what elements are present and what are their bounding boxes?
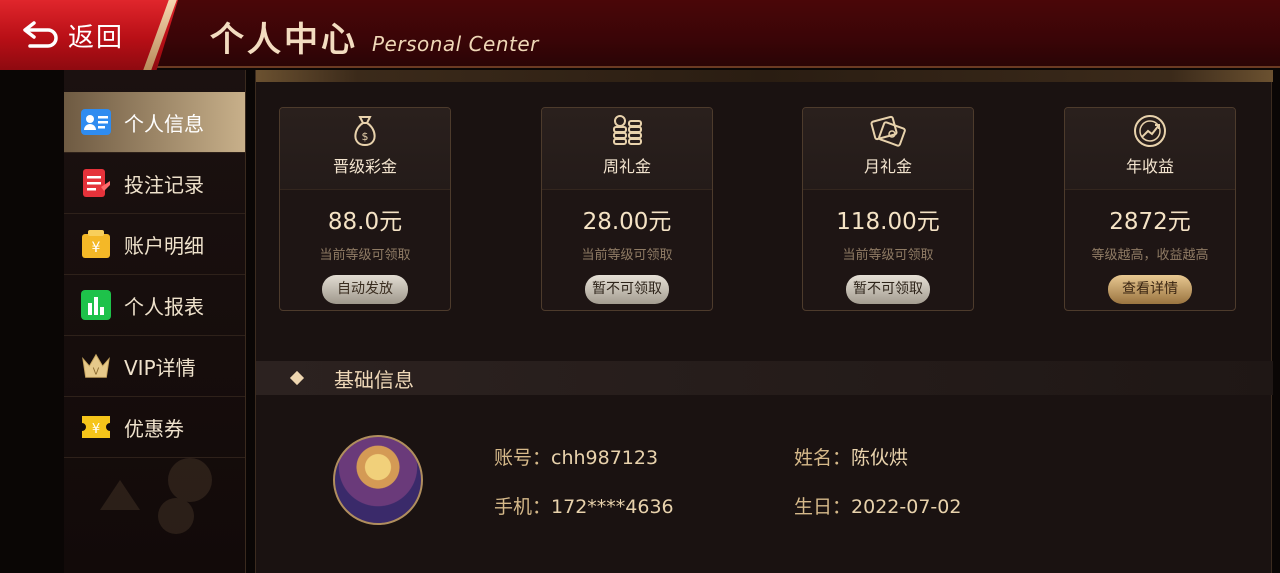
phone-value: 172****4636: [551, 496, 674, 518]
svg-text:¥: ¥: [92, 422, 100, 437]
cash-notes-icon: [870, 115, 906, 147]
card-title: 月礼金: [863, 157, 912, 176]
page-title-cn: 个人中心: [210, 20, 358, 60]
page-title: 个人中心 Personal Center: [210, 12, 539, 61]
diamond-bullet-icon: [289, 370, 305, 386]
birthday-field: 生日：2022-07-02: [794, 492, 961, 519]
avatar: [333, 435, 423, 525]
name-value: 陈伙烘: [851, 447, 909, 469]
sidebar-item-label: 个人信息: [124, 111, 204, 136]
report-chart-icon: [80, 289, 112, 321]
basic-info-header: 基础信息: [256, 361, 1273, 395]
reward-card-promotion: $ 晋级彩金 88.0元 当前等级可领取 自动发放: [279, 107, 451, 311]
account-label: 账号：: [494, 447, 552, 469]
wallet-icon: ¥: [80, 228, 112, 260]
growth-coin-icon: [1134, 115, 1166, 147]
sidebar-item-label: 个人报表: [124, 294, 204, 319]
sidebar-item-label: VIP详情: [124, 355, 196, 380]
money-bag-icon: $: [354, 116, 376, 147]
card-amount: 88.0元: [327, 209, 403, 235]
account-value: chh987123: [551, 447, 659, 469]
back-label: 返回: [68, 22, 125, 53]
page-title-en: Personal Center: [372, 32, 539, 56]
account-field: 账号：chh987123: [494, 443, 658, 470]
sidebar-item-vip-details[interactable]: V VIP详情: [64, 336, 245, 397]
card-note: 当前等级可领取: [581, 248, 673, 263]
coupon-icon: ¥: [80, 411, 112, 443]
panel-top-trim: [256, 70, 1273, 82]
sidebar-item-label: 优惠券: [124, 416, 184, 441]
phone-field: 手机：172****4636: [494, 492, 674, 519]
sidebar-item-profile[interactable]: 个人信息: [64, 92, 245, 153]
back-arrow-icon: [23, 21, 58, 48]
card-note: 等级越高，收益越高: [1091, 248, 1209, 263]
svg-text:$: $: [362, 130, 369, 143]
auto-issue-button[interactable]: 自动发放: [322, 275, 408, 304]
card-amount: 28.00元: [582, 209, 672, 235]
reward-card-monthly: 月礼金 118.00元 当前等级可领取 暂不可领取: [802, 107, 974, 311]
profile-card-icon: [80, 106, 112, 138]
section-title: 基础信息: [334, 367, 414, 392]
svg-text:¥: ¥: [92, 240, 101, 256]
bet-record-icon: [80, 167, 112, 199]
monthly-claim-button[interactable]: 暂不可领取: [846, 275, 930, 304]
back-button[interactable]: 返回: [0, 0, 178, 70]
weekly-claim-button[interactable]: 暂不可领取: [585, 275, 669, 304]
card-amount: 2872元: [1109, 209, 1191, 235]
birthday-label: 生日：: [794, 496, 852, 518]
reward-cards: $ 晋级彩金 88.0元 当前等级可领取 自动发放 周礼金 28.00元 当前等…: [279, 107, 1236, 311]
sidebar-item-label: 账户明细: [124, 233, 204, 258]
top-header: 返回 个人中心 Personal Center: [0, 0, 1280, 70]
reward-card-weekly: 周礼金 28.00元 当前等级可领取 暂不可领取: [541, 107, 713, 311]
main-panel: $ 晋级彩金 88.0元 当前等级可领取 自动发放 周礼金 28.00元 当前等…: [255, 70, 1273, 573]
card-note: 当前等级可领取: [842, 248, 934, 263]
card-amount: 118.00元: [836, 209, 940, 235]
sidebar-item-label: 投注记录: [124, 172, 204, 197]
card-title: 晋级彩金: [332, 157, 397, 176]
card-title: 周礼金: [602, 157, 651, 176]
sidebar-item-bet-records[interactable]: 投注记录: [64, 153, 245, 214]
sidebar-item-account-details[interactable]: ¥ 账户明细: [64, 214, 245, 275]
reward-card-yearly: 年收益 2872元 等级越高，收益越高 查看详情: [1064, 107, 1236, 311]
view-details-button[interactable]: 查看详情: [1108, 275, 1192, 304]
coin-stack-icon: [613, 115, 642, 145]
crown-icon: V: [80, 350, 112, 382]
name-label: 姓名：: [794, 447, 852, 469]
sidebar-item-personal-report[interactable]: 个人报表: [64, 275, 245, 336]
phone-label: 手机：: [494, 496, 552, 518]
name-field: 姓名：陈伙烘: [794, 443, 908, 470]
card-title: 年收益: [1125, 157, 1174, 176]
birthday-value: 2022-07-02: [851, 496, 962, 518]
svg-text:V: V: [93, 366, 100, 377]
card-note: 当前等级可领取: [319, 248, 411, 263]
card-suits-watermark-icon: [100, 458, 212, 534]
